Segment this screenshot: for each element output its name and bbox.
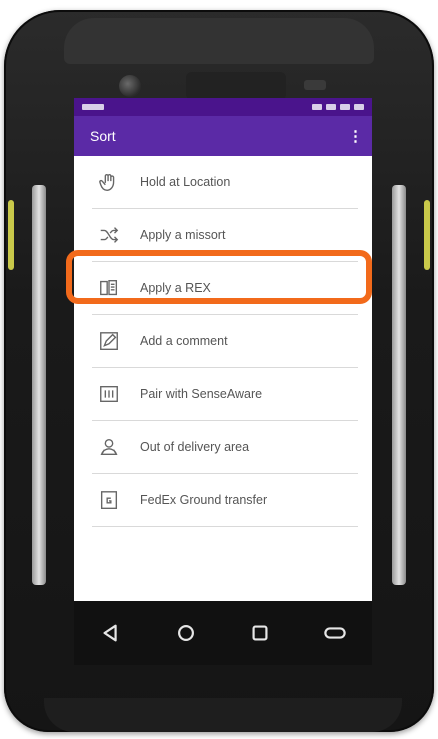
overflow-menu-icon[interactable]: ⋮ [348, 127, 363, 145]
menu-item-add-comment[interactable]: Add a comment [92, 315, 358, 368]
system-status-icons [312, 104, 364, 110]
status-bar [74, 98, 372, 116]
device-screen: Sort ⋮ Hold at Location Apply a missort … [74, 98, 372, 601]
menu-item-hold-at-location[interactable]: Hold at Location [92, 156, 358, 209]
side-rail-left [32, 185, 46, 585]
clock-indicator [354, 104, 364, 110]
sensor-icon [96, 381, 122, 407]
back-icon[interactable] [97, 619, 125, 647]
menu-item-apply-missort[interactable]: Apply a missort [92, 209, 358, 262]
proximity-sensor [304, 80, 326, 90]
menu-item-label: Hold at Location [140, 175, 231, 189]
bottom-bumper [44, 698, 402, 732]
side-rail-right [392, 185, 406, 585]
person-pin-icon [96, 434, 122, 460]
app-bar: Sort ⋮ [74, 116, 372, 156]
menu-item-label: FedEx Ground transfer [140, 493, 268, 507]
menu-item-label: Pair with SenseAware [140, 387, 263, 401]
sort-options-list: Hold at Location Apply a missort Apply a… [74, 156, 372, 527]
battery-icon [340, 104, 350, 110]
android-navigation-bar [74, 601, 372, 665]
menu-item-ground-transfer[interactable]: FedEx Ground transfer [92, 474, 358, 527]
book-icon [96, 275, 122, 301]
notification-icons [82, 104, 104, 110]
ground-transfer-icon [96, 487, 122, 513]
side-scan-button-right[interactable] [424, 200, 430, 270]
hand-icon [96, 169, 122, 195]
signal-icon [312, 104, 322, 110]
sensor-window [186, 72, 286, 100]
menu-pill-icon[interactable] [321, 619, 349, 647]
camera-icon [119, 75, 141, 97]
menu-item-apply-rex[interactable]: Apply a REX [92, 262, 358, 315]
menu-item-label: Out of delivery area [140, 440, 250, 454]
home-icon[interactable] [172, 619, 200, 647]
recents-icon[interactable] [246, 619, 274, 647]
menu-item-label: Add a comment [140, 334, 228, 348]
menu-item-out-of-delivery-area[interactable]: Out of delivery area [92, 421, 358, 474]
menu-item-pair-senseaware[interactable]: Pair with SenseAware [92, 368, 358, 421]
shuffle-icon [96, 222, 122, 248]
side-scan-button-left[interactable] [8, 200, 14, 270]
wifi-icon [326, 104, 336, 110]
device-top-cap [64, 18, 374, 64]
pencil-icon [96, 328, 122, 354]
menu-item-label: Apply a missort [140, 228, 226, 242]
page-title: Sort [90, 128, 116, 144]
menu-item-label: Apply a REX [140, 281, 211, 295]
